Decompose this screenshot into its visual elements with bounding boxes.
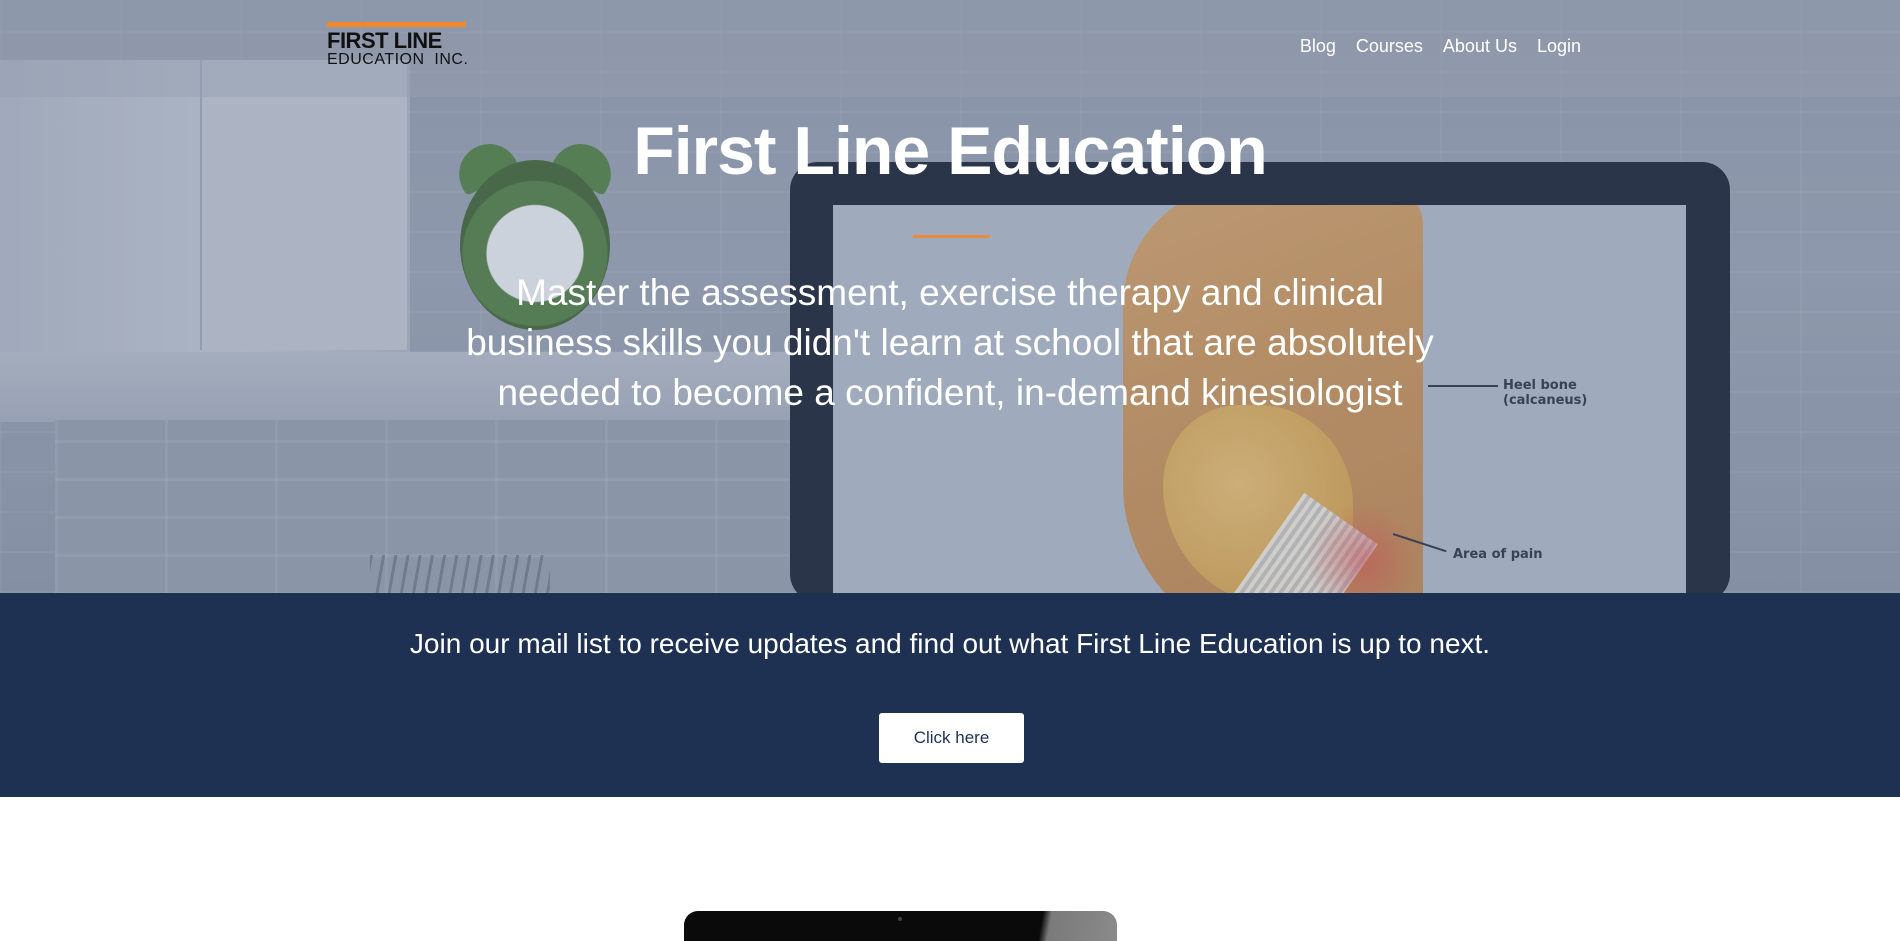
- laptop-image: [684, 911, 1117, 941]
- logo-accent-bar: [327, 22, 466, 27]
- nav-link-login[interactable]: Login: [1537, 36, 1581, 57]
- hero-subtitle: Master the assessment, exercise therapy …: [466, 272, 1434, 413]
- mail-list-click-here-button[interactable]: Click here: [879, 713, 1024, 763]
- main-nav: Blog Courses About Us Login: [1300, 36, 1581, 57]
- logo-line2: EDUCATION INC.: [327, 51, 469, 68]
- nav-link-blog[interactable]: Blog: [1300, 36, 1336, 57]
- site-header: FIRST LINE EDUCATION INC. Blog Courses A…: [0, 0, 1900, 97]
- mail-list-text: Join our mail list to receive updates an…: [409, 628, 1491, 659]
- mail-list-band: Join our mail list to receive updates an…: [0, 593, 1900, 797]
- hero-title: First Line Education: [633, 113, 1268, 189]
- site-logo[interactable]: FIRST LINE EDUCATION INC.: [327, 22, 471, 72]
- nav-link-courses[interactable]: Courses: [1356, 36, 1423, 57]
- laptop-camera: [898, 917, 902, 921]
- nav-link-about-us[interactable]: About Us: [1443, 36, 1517, 57]
- hero-divider: [913, 235, 990, 238]
- logo-line1: FIRST LINE: [327, 28, 442, 53]
